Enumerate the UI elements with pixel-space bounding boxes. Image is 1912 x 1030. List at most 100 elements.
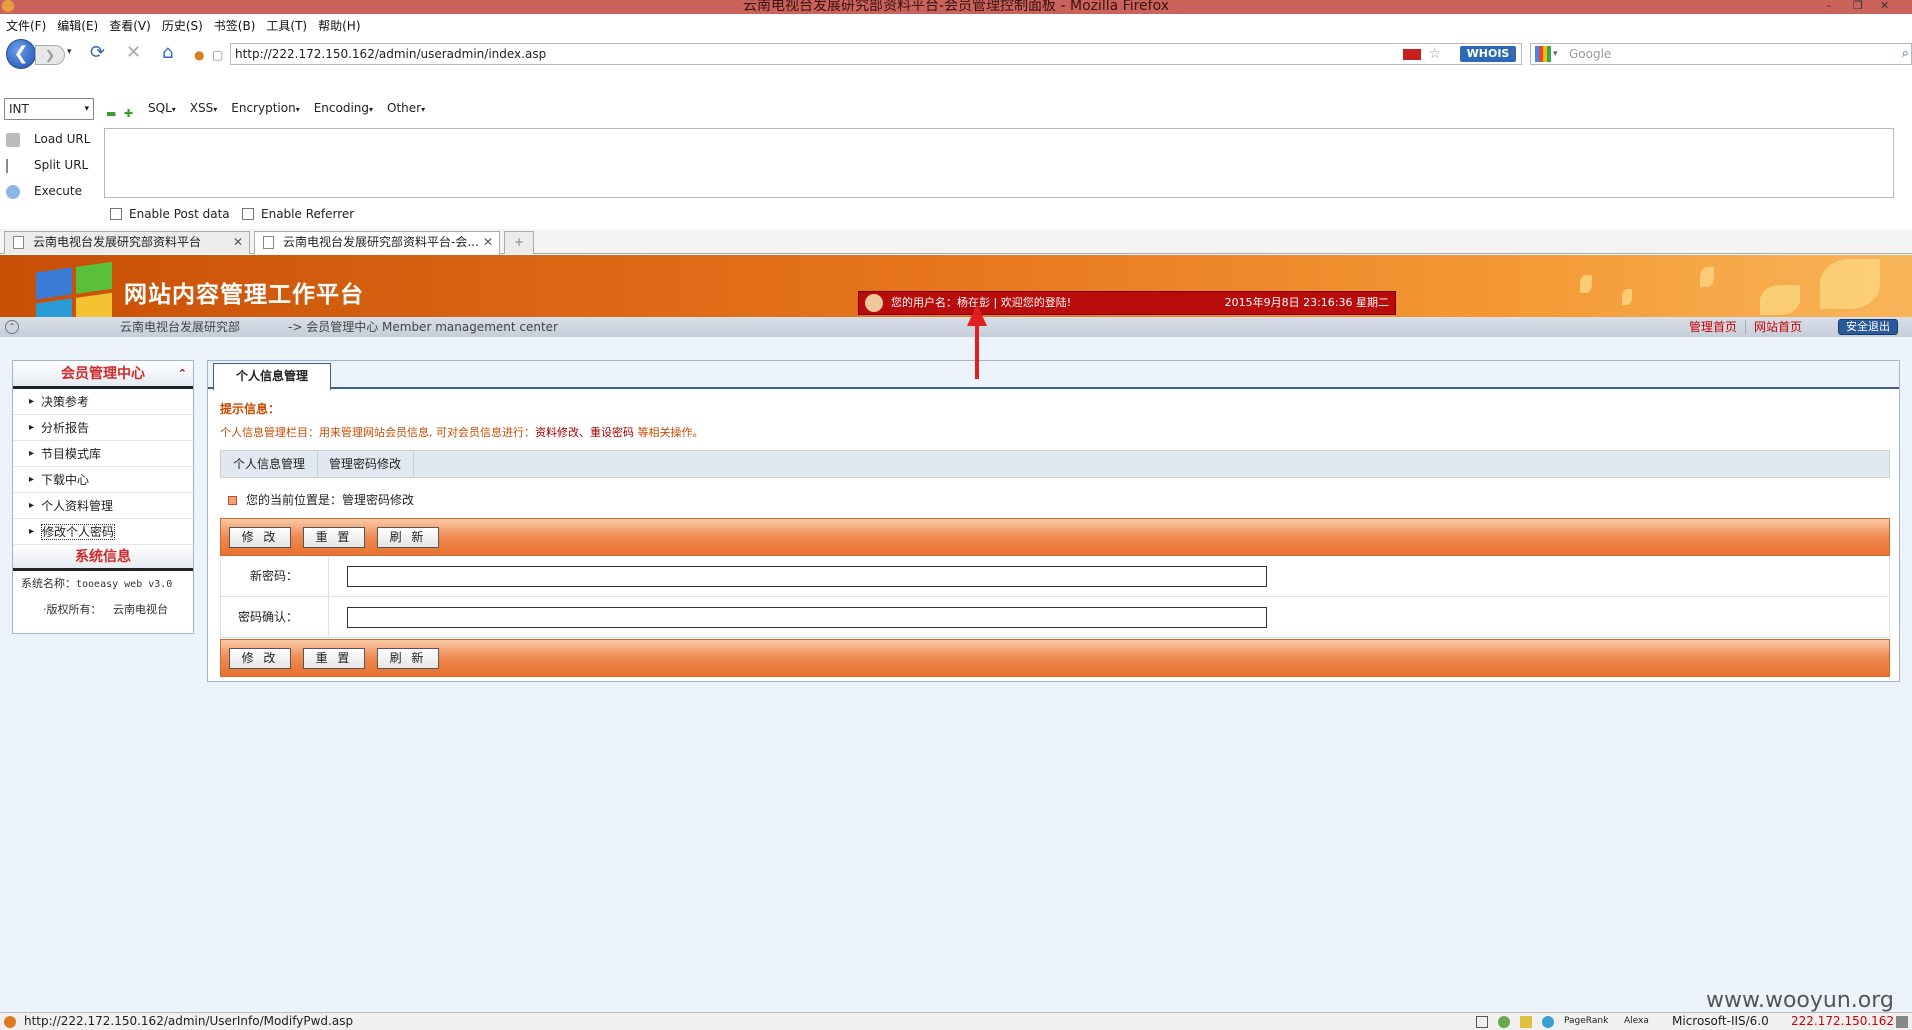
- firefox-logo-icon: [2, 0, 14, 12]
- chevron-down-icon: ▾: [84, 104, 89, 114]
- collapse-icon[interactable]: ⌃: [178, 361, 187, 387]
- enable-referrer-checkbox[interactable]: Enable Referrer: [242, 207, 354, 221]
- tab-title: 云南电视台发展研究部资料平台-会...: [283, 235, 479, 249]
- sidebar-item-profile[interactable]: 个人资料管理: [13, 493, 193, 519]
- close-tab-icon[interactable]: ✕: [483, 232, 493, 253]
- site-home-link[interactable]: 网站首页: [1744, 320, 1810, 334]
- search-icon[interactable]: ⌕: [1902, 44, 1909, 64]
- reset-button[interactable]: 重 置: [303, 527, 365, 548]
- execute-button[interactable]: Execute: [6, 182, 96, 200]
- hackbar-menu-sql[interactable]: SQL: [148, 101, 176, 115]
- confirm-password-input[interactable]: [347, 607, 1267, 628]
- search-input[interactable]: ▾ Google ⌕: [1530, 43, 1912, 65]
- tips-tail: 等相关操作。: [634, 426, 704, 439]
- history-dropdown-icon[interactable]: ▾: [67, 47, 72, 57]
- checkbox-box[interactable]: [242, 208, 254, 220]
- addon-icon[interactable]: [1542, 1016, 1554, 1028]
- action-bar-bottom: 修 改 重 置 刷 新: [220, 639, 1890, 677]
- sidebar-item-label: 分析报告: [41, 421, 90, 435]
- sidebar-item-change-password[interactable]: 修改个人密码: [13, 519, 193, 545]
- stop-icon[interactable]: ✕: [126, 43, 141, 63]
- web-page: 网站内容管理工作平台 您的用户名：杨在彭 | 欢迎您的登陆! 2015年9月8日…: [0, 255, 1912, 1013]
- sidebar: 会员管理中心 ⌃ 决策参考 分析报告 节目模式库 下载中心 个人资料管理 修改个…: [12, 360, 194, 634]
- tab-personal-info[interactable]: 个人信息管理: [213, 363, 331, 391]
- home-icon[interactable]: ⌂: [162, 43, 173, 63]
- addon-icon[interactable]: [1498, 1016, 1510, 1028]
- window-title: 云南电视台发展研究部资料平台-会员管理控制面板 - Mozilla Firefo…: [742, 0, 1170, 14]
- welcome-bar: 您的用户名：杨在彭 | 欢迎您的登陆! 2015年9月8日 23:16:36 星…: [858, 291, 1396, 315]
- refresh-button[interactable]: 刷 新: [377, 527, 439, 548]
- subnav-personal-info[interactable]: 个人信息管理: [221, 451, 319, 477]
- split-url-label: Split URL: [34, 158, 89, 172]
- sidebar-header[interactable]: 会员管理中心 ⌃: [13, 361, 193, 389]
- load-url-button[interactable]: Load URL: [6, 130, 96, 148]
- maximize-icon[interactable]: ❐: [1853, 0, 1863, 12]
- action-bar-top: 修 改 重 置 刷 新: [220, 518, 1890, 556]
- logout-button[interactable]: 安全退出: [1838, 319, 1898, 335]
- sidebar-item-program-library[interactable]: 节目模式库: [13, 441, 193, 467]
- menu-view[interactable]: 查看(V): [109, 17, 151, 34]
- info-icon[interactable]: ●: [194, 45, 204, 65]
- execute-label: Execute: [34, 184, 82, 198]
- hackbar-menu-other[interactable]: Other: [387, 101, 425, 115]
- breadcrumb-path: -> 会员管理中心 Member management center: [288, 320, 558, 334]
- whois-button[interactable]: WHOIS: [1460, 46, 1516, 62]
- split-url-button[interactable]: Split URL: [6, 156, 96, 174]
- bookmark-star-icon[interactable]: ☆: [1428, 44, 1441, 64]
- search-engine-dropdown-icon[interactable]: ▾: [1553, 44, 1558, 64]
- collapse-icon[interactable]: ⌃: [5, 320, 19, 334]
- menu-bookmarks[interactable]: 书签(B): [214, 17, 256, 34]
- minimize-icon[interactable]: –: [1826, 0, 1832, 12]
- subnav-change-password[interactable]: 管理密码修改: [317, 451, 415, 477]
- sidebar-item-downloads[interactable]: 下载中心: [13, 467, 193, 493]
- close-window-icon[interactable]: ✕: [1880, 0, 1889, 12]
- modify-button[interactable]: 修 改: [229, 527, 291, 548]
- reload-icon[interactable]: ⟳: [90, 43, 105, 63]
- menu-bar: 文件(F) 编辑(E) 查看(V) 历史(S) 书签(B) 工具(T) 帮助(H…: [0, 14, 1912, 36]
- tab-2[interactable]: 云南电视台发展研究部资料平台-会... ✕: [254, 231, 500, 255]
- hackbar-type-select[interactable]: INT ▾: [4, 98, 94, 120]
- forward-icon[interactable]: ❯: [35, 45, 65, 65]
- modify-button[interactable]: 修 改: [229, 648, 291, 669]
- enable-post-checkbox[interactable]: Enable Post data: [110, 207, 230, 221]
- menu-edit[interactable]: 编辑(E): [57, 17, 98, 34]
- menu-tools[interactable]: 工具(T): [266, 17, 307, 34]
- tab-1[interactable]: 云南电视台发展研究部资料平台 ✕: [4, 231, 250, 254]
- url-bar[interactable]: http://222.172.150.162/admin/useradmin/i…: [230, 43, 1522, 65]
- back-icon[interactable]: ❮: [6, 39, 36, 69]
- menu-help[interactable]: 帮助(H): [318, 17, 360, 34]
- search-placeholder: Google: [1569, 47, 1612, 61]
- menu-file[interactable]: 文件(F): [6, 17, 46, 34]
- checkbox-box[interactable]: [110, 208, 122, 220]
- admin-home-link[interactable]: 管理首页: [1681, 320, 1745, 334]
- watermark: www.wooyun.org: [1706, 988, 1894, 1013]
- page-icon: [263, 236, 274, 249]
- sidebar-item-label: 修改个人密码: [41, 524, 116, 540]
- increase-icon[interactable]: ✚: [124, 107, 133, 120]
- addon-icon[interactable]: [1520, 1016, 1532, 1028]
- refresh-button[interactable]: 刷 新: [377, 648, 439, 669]
- new-tab-button[interactable]: +: [504, 231, 534, 254]
- hackbar-url-textarea[interactable]: [104, 128, 1894, 198]
- system-name-value: tooeasy web v3.0: [76, 579, 173, 590]
- sidebar-item-reports[interactable]: 分析报告: [13, 415, 193, 441]
- alexa-badge[interactable]: Alexa: [1624, 1013, 1649, 1030]
- pagerank-badge[interactable]: PageRank: [1564, 1013, 1608, 1030]
- hackbar-menu-xss[interactable]: XSS: [190, 101, 217, 115]
- close-tab-icon[interactable]: ✕: [233, 232, 243, 253]
- new-password-input[interactable]: [347, 566, 1267, 587]
- resize-grip-icon[interactable]: [1896, 1016, 1908, 1028]
- hackbar-menu-encoding[interactable]: Encoding: [314, 101, 373, 115]
- page-icon: [13, 236, 24, 249]
- addon-icon[interactable]: [1476, 1016, 1488, 1028]
- hackbar-menu-encryption[interactable]: Encryption: [231, 101, 299, 115]
- sidebar-item-label: 下载中心: [41, 473, 90, 487]
- reset-button[interactable]: 重 置: [303, 648, 365, 669]
- sidebar-item-decision[interactable]: 决策参考: [13, 389, 193, 415]
- tips-title: 提示信息：: [220, 402, 281, 416]
- menu-history[interactable]: 历史(S): [162, 17, 203, 34]
- decrease-icon[interactable]: ▬: [106, 107, 116, 120]
- url-dropdown-icon[interactable]: ▾: [1510, 49, 1515, 59]
- copyright-value: 云南电视台: [113, 603, 168, 616]
- status-icon: [4, 1016, 16, 1028]
